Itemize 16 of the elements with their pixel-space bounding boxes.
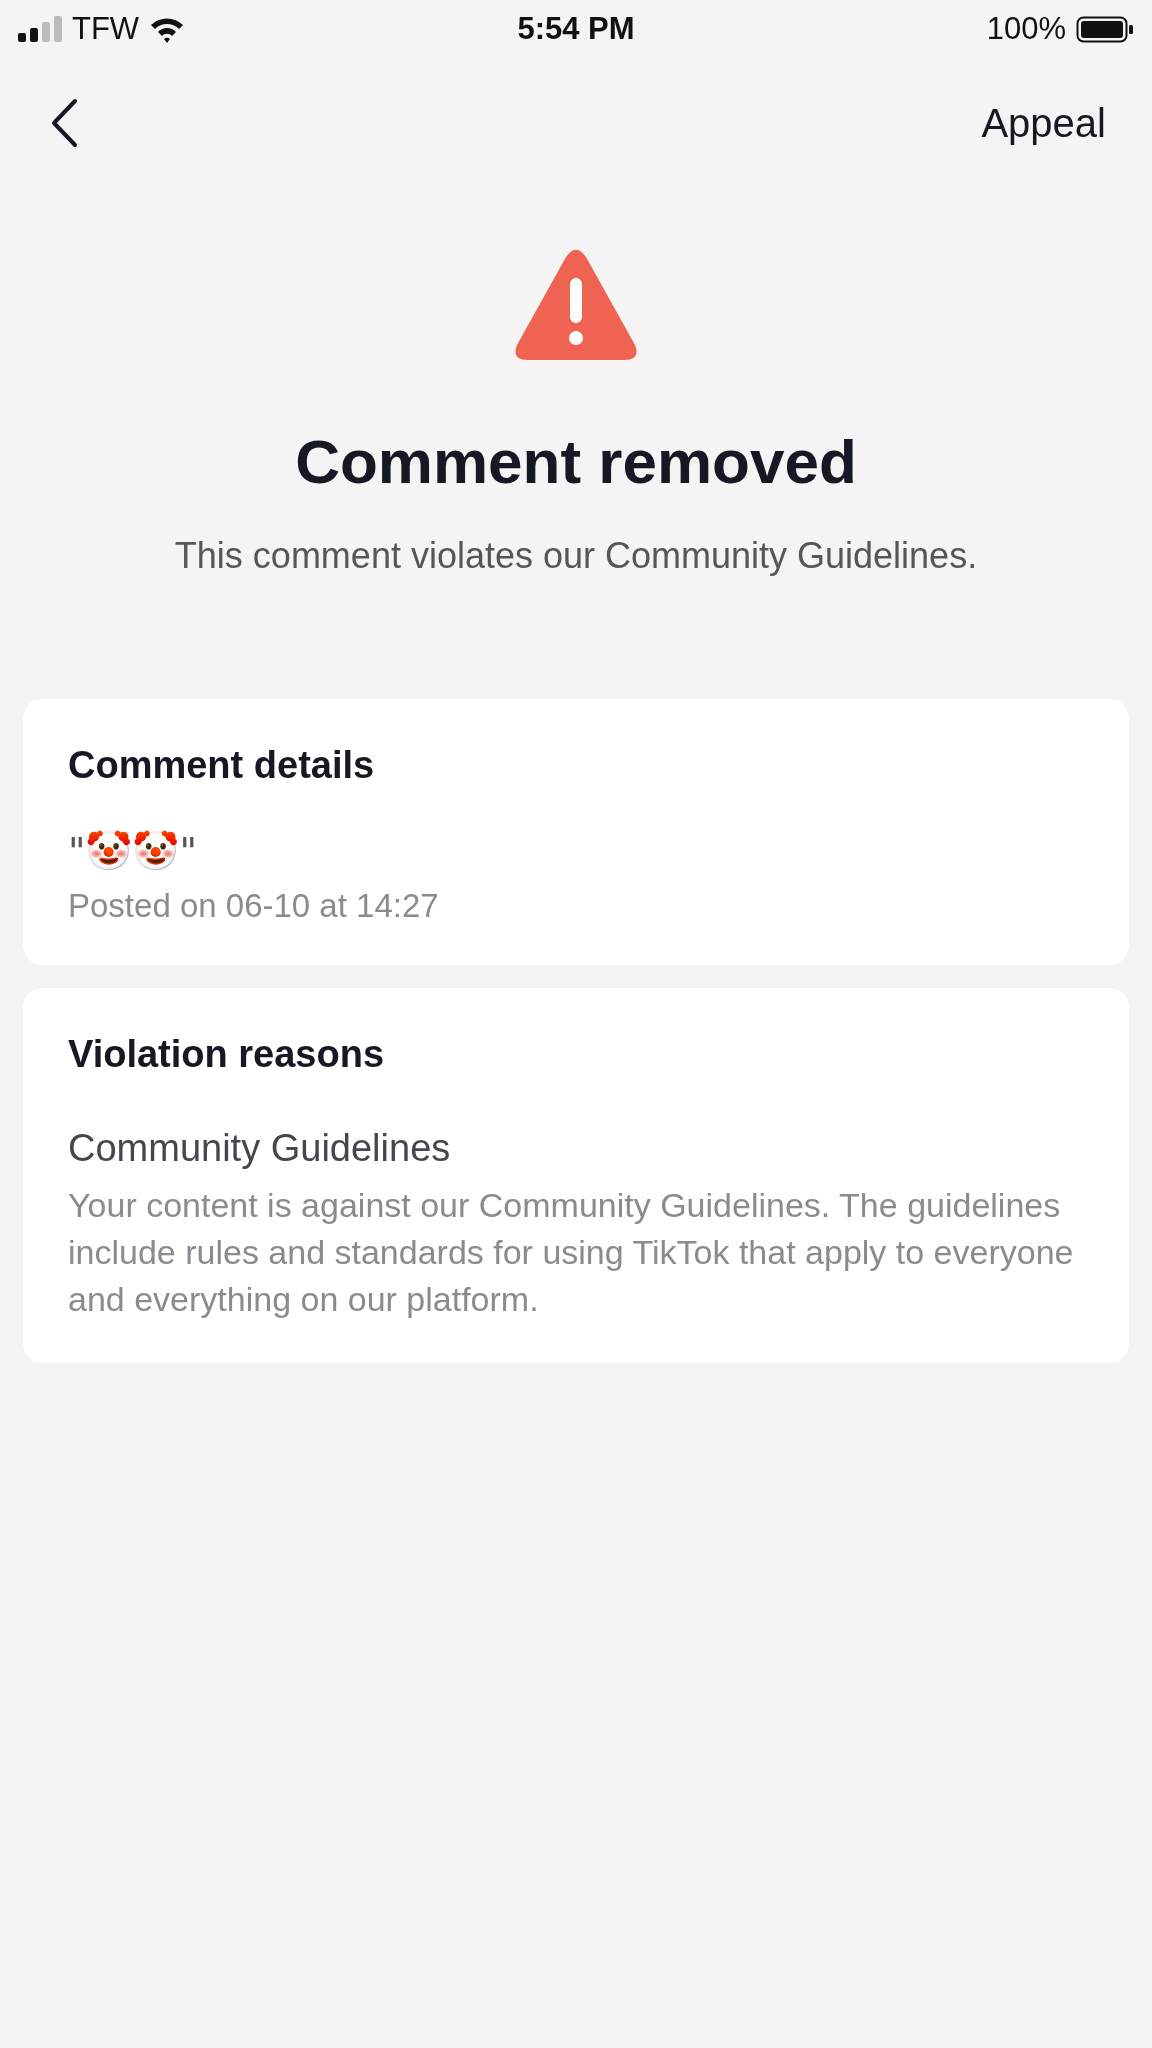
page-subtitle: This comment violates our Community Guidelines. [174,534,978,578]
carrier-name: TFW [72,11,140,47]
page-title: Comment removed [295,428,857,497]
card-title: Violation reasons [68,1031,386,1077]
status-time: 5:54 PM [517,11,635,47]
battery-percent: 100% [986,11,1066,47]
battery-icon [1076,15,1134,43]
comment-text: "🤡🤡" [68,828,198,875]
reason-description: Your content is against our Community Guidelines. The guidelines include rules and standards for using TikTok that apply to everyone and everything on our platform. [68,1185,1075,1321]
warning-icon [514,250,638,362]
card-title: Comment details [68,743,376,789]
reason-title: Community Guidelines [68,1127,452,1171]
back-icon[interactable] [50,98,78,148]
appeal-button[interactable]: Appeal [981,100,1106,146]
signal-icon [18,16,62,42]
post-date: Posted on 06-10 at 14:27 [68,886,440,925]
